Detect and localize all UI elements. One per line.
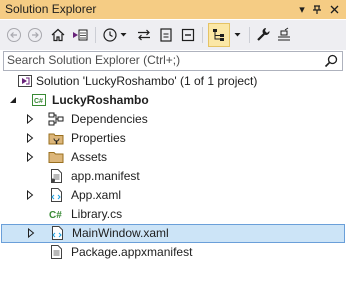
properties-folder-icon [48, 133, 64, 145]
tree-item-library-cs[interactable]: C# Library.cs [0, 205, 346, 224]
solution-label: Solution 'LuckyRoshambo' (1 of 1 project… [36, 74, 258, 88]
tree-item-app-manifest[interactable]: app.manifest [0, 167, 346, 186]
back-button[interactable] [5, 24, 23, 46]
svg-text:C#: C# [34, 98, 43, 105]
search-box[interactable] [3, 51, 343, 71]
title-bar: Solution Explorer ▾ [0, 0, 346, 19]
collapsed-arrow-icon[interactable] [25, 114, 35, 124]
tree-item-dependencies[interactable]: Dependencies [0, 110, 346, 129]
tree-item-mainwindow-xaml[interactable]: MainWindow.xaml [1, 224, 345, 243]
wrench-icon [257, 28, 270, 41]
chevron-down-icon [120, 33, 126, 37]
item-label: App.xaml [71, 188, 122, 202]
preview-icon [278, 27, 290, 41]
home-icon [51, 28, 65, 42]
appxmanifest-file-icon [51, 245, 62, 259]
item-label: app.manifest [71, 169, 140, 183]
collapsed-arrow-icon[interactable] [25, 152, 35, 162]
tree-item-package-appxmanifest[interactable]: Package.appxmanifest [0, 243, 346, 262]
xaml-file-icon [51, 188, 62, 202]
switch-views-button[interactable] [70, 24, 90, 46]
tree-item-app-xaml[interactable]: App.xaml [0, 186, 346, 205]
tree-item-project[interactable]: C# LuckyRoshambo [0, 91, 346, 110]
csharp-project-icon: C# [32, 94, 46, 106]
panel-title: Solution Explorer [5, 2, 97, 16]
tree-item-properties[interactable]: Properties [0, 129, 346, 148]
switch-views-icon [73, 29, 88, 41]
dependencies-icon [48, 112, 64, 126]
collapsed-arrow-icon[interactable] [26, 228, 36, 238]
dropdown-icon[interactable]: ▾ [294, 0, 310, 19]
tree-item-solution[interactable]: Solution 'LuckyRoshambo' (1 of 1 project… [0, 72, 346, 91]
pin-icon[interactable] [309, 0, 325, 19]
properties-button[interactable] [254, 24, 274, 46]
sync-with-active-document-button[interactable] [135, 24, 153, 46]
close-icon[interactable] [326, 0, 342, 19]
item-label: Package.appxmanifest [71, 245, 193, 259]
item-label: Library.cs [71, 207, 123, 221]
tree-item-assets[interactable]: Assets [0, 148, 346, 167]
collapsed-arrow-icon[interactable] [25, 133, 35, 143]
collapsed-arrow-icon[interactable] [25, 190, 35, 200]
manifest-file-icon [51, 169, 62, 183]
show-all-files-dropdown[interactable] [232, 24, 242, 46]
sync-arrows-icon [138, 29, 150, 41]
collapse-all-icon [181, 28, 195, 42]
item-label: MainWindow.xaml [72, 226, 169, 240]
item-label: Dependencies [71, 112, 148, 126]
toolbar-separator [95, 27, 96, 43]
csharp-file-icon: C# [49, 210, 62, 221]
show-all-files-icon [213, 29, 224, 41]
refresh-icon [160, 28, 172, 42]
preview-selected-items-button[interactable] [275, 24, 293, 46]
svg-text:C#: C# [49, 210, 62, 221]
back-arrow-icon [7, 28, 21, 42]
item-label: Properties [71, 131, 126, 145]
item-label: Assets [71, 150, 108, 164]
show-all-files-button[interactable] [208, 23, 230, 47]
toolbar-separator [249, 27, 250, 43]
folder-icon [48, 152, 64, 163]
chevron-down-icon [234, 33, 240, 37]
refresh-button[interactable] [157, 24, 175, 46]
pending-changes-filter-button[interactable] [100, 24, 128, 46]
home-button[interactable] [48, 24, 68, 46]
toolbar-separator [202, 27, 203, 43]
search-input[interactable] [7, 53, 307, 67]
forward-button[interactable] [26, 24, 44, 46]
collapse-all-button[interactable] [179, 24, 197, 46]
forward-arrow-icon [28, 28, 42, 42]
toolbar [0, 20, 346, 50]
search-icon[interactable] [323, 53, 339, 69]
expanded-arrow-icon[interactable] [8, 95, 18, 105]
project-label: LuckyRoshambo [52, 93, 149, 107]
xaml-file-icon [52, 226, 63, 240]
visual-studio-solution-icon [18, 75, 32, 87]
clock-icon [102, 28, 117, 42]
